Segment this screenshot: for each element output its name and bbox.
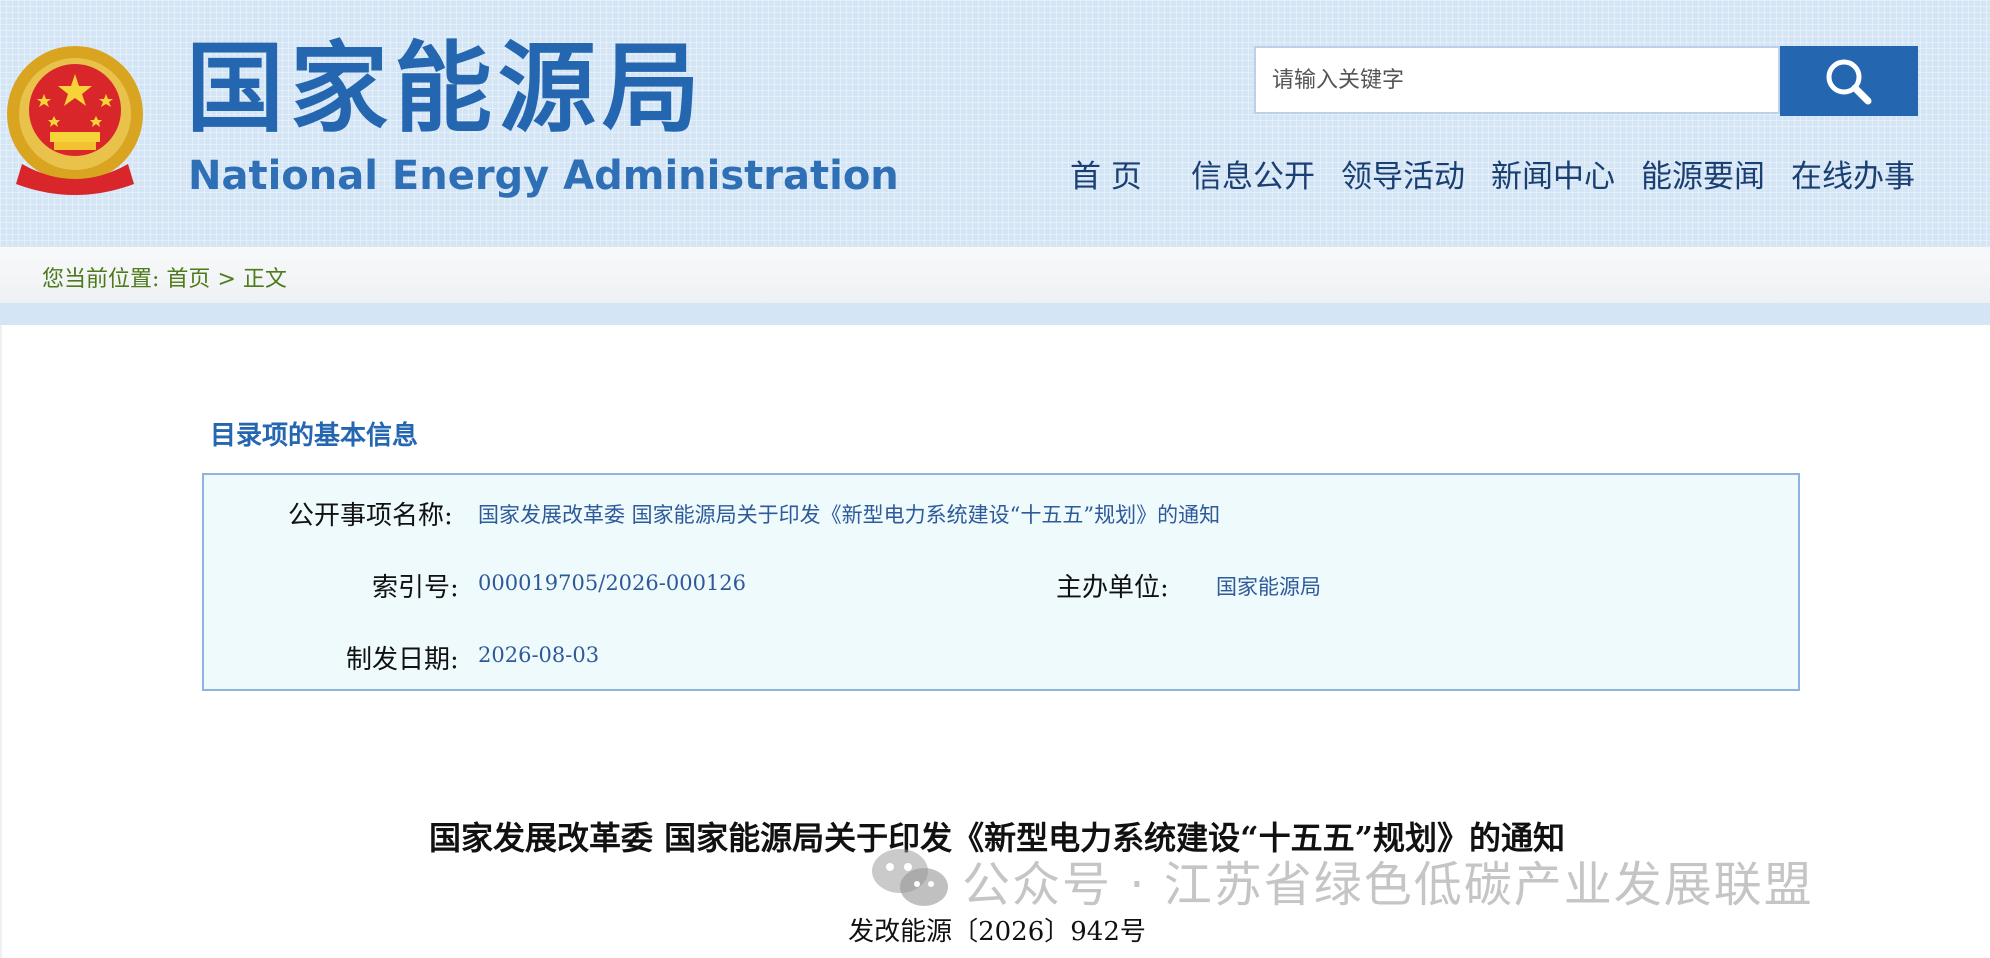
catalog-info-box: 公开事项名称: 国家发展改革委 国家能源局关于印发《新型电力系统建设“十五五”规…: [202, 473, 1800, 691]
nav-item-home[interactable]: 首 页: [1070, 155, 1142, 199]
search-icon: [1826, 59, 1872, 105]
catalog-section-title: 目录项的基本信息: [210, 421, 419, 451]
nav-item-news-center[interactable]: 新闻中心: [1491, 155, 1615, 199]
search-button[interactable]: [1780, 46, 1918, 116]
main-content: 目录项的基本信息 公开事项名称: 国家发展改革委 国家能源局关于印发《新型电力系…: [0, 325, 1990, 958]
name-value: 国家发展改革委 国家能源局关于印发《新型电力系统建设“十五五”规划》的通知: [478, 503, 1221, 527]
breadcrumb: 您当前位置: 首页 > 正文: [42, 261, 287, 293]
date-label: 制发日期:: [346, 645, 459, 675]
host-value: 国家能源局: [1216, 575, 1321, 599]
wechat-icon: [872, 849, 948, 906]
name-label: 公开事项名称:: [288, 501, 453, 531]
nav-item-energy-news[interactable]: 能源要闻: [1641, 155, 1765, 199]
breadcrumb-current[interactable]: 正文: [243, 267, 287, 292]
national-emblem-icon: [7, 46, 143, 195]
date-value: 2026-08-03: [478, 643, 600, 667]
index-label: 索引号:: [372, 573, 459, 603]
breadcrumb-home-link[interactable]: 首页: [166, 267, 210, 292]
search-input[interactable]: [1254, 46, 1780, 114]
nav-item-leadership[interactable]: 领导活动: [1341, 155, 1465, 199]
breadcrumb-separator: >: [217, 267, 236, 292]
watermark-text: 公众号 · 江苏省绿色低碳产业发展联盟: [962, 857, 1814, 913]
header-bottom-strip: [0, 303, 1990, 325]
index-value: 000019705/2026-000126: [478, 571, 747, 595]
site-title-en: National Energy Administration: [188, 153, 899, 199]
nav-item-info-disclosure[interactable]: 信息公开: [1191, 155, 1315, 199]
nav-item-online-services[interactable]: 在线办事: [1791, 155, 1915, 199]
site-header: 国家能源局 National Energy Administration 首 页…: [0, 0, 1990, 246]
host-label: 主办单位:: [1056, 573, 1169, 603]
breadcrumb-prefix: 您当前位置:: [42, 267, 160, 292]
site-title-cn: 国家能源局: [186, 32, 707, 146]
document-number: 发改能源〔2026〕942号: [848, 917, 1146, 947]
breadcrumb-bar: 您当前位置: 首页 > 正文: [0, 246, 1990, 304]
